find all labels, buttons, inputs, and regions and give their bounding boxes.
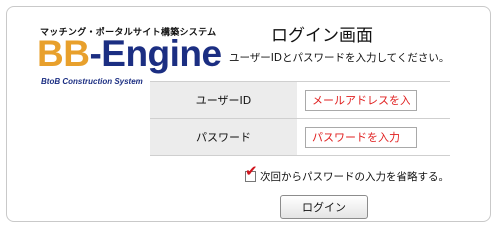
logo-subtitle: BtoB Construction System [41, 77, 143, 86]
form-row-password: パスワード [150, 118, 450, 156]
password-input[interactable] [305, 127, 417, 148]
remember-label: 次回からパスワードの入力を省略する。 [260, 171, 449, 183]
password-cell [297, 118, 450, 156]
remember-password-option[interactable]: ✔ 次回からパスワードの入力を省略する。 [245, 164, 449, 184]
login-form: ユーザーID パスワード [150, 81, 450, 156]
login-panel: マッチング・ポータルサイト構築システム BB-Engine BtoB Const… [6, 6, 491, 222]
user-id-cell [297, 81, 450, 119]
user-id-label: ユーザーID [150, 81, 297, 119]
logo-wordmark: BB-Engine [37, 35, 222, 72]
logo-wordmark-highlight: BB [37, 33, 90, 74]
remember-checkbox[interactable]: ✔ [245, 164, 258, 182]
page-title: ログイン画面 [271, 26, 373, 46]
page-instructions: ユーザーIDとパスワードを入力してください。 [229, 52, 450, 64]
checkmark-icon: ✔ [245, 162, 258, 180]
login-button[interactable]: ログイン [280, 195, 368, 219]
logo-wordmark-rest: -Engine [89, 33, 222, 74]
password-label: パスワード [150, 118, 297, 156]
form-row-user-id: ユーザーID [150, 81, 450, 119]
user-id-input[interactable] [305, 90, 417, 111]
